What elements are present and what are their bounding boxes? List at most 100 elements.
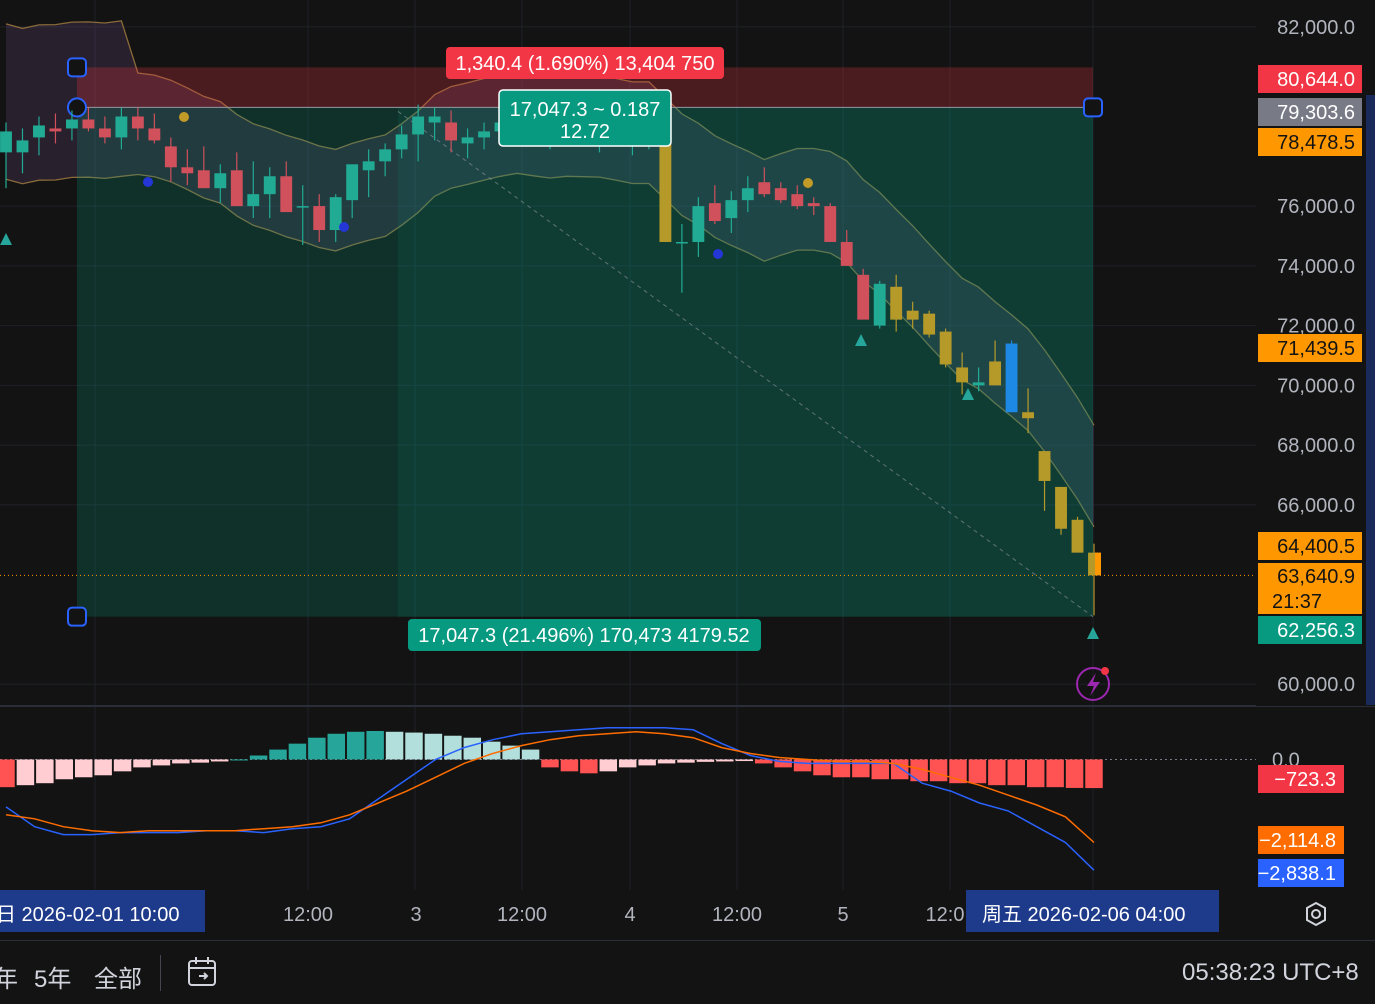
macd-histogram-bar bbox=[1085, 759, 1103, 789]
macd-label-text: −723.3 bbox=[1274, 769, 1336, 791]
macd-histogram-bar bbox=[677, 759, 695, 763]
range-all-button[interactable]: 全部 bbox=[94, 959, 142, 994]
ratio-label-line1: 17,047.3 ~ 0.187 bbox=[510, 99, 661, 121]
candle-body bbox=[906, 310, 919, 320]
range-5y-button[interactable]: 5年 bbox=[34, 959, 71, 994]
macd-histogram-bar bbox=[385, 731, 404, 760]
macd-histogram-bar bbox=[968, 759, 987, 784]
macd-histogram-bar bbox=[1007, 759, 1026, 786]
price-label-text: 78,478.5 bbox=[1277, 132, 1355, 154]
macd-histogram-bar bbox=[55, 759, 74, 780]
candle-body bbox=[230, 170, 243, 207]
candle-body bbox=[972, 382, 985, 386]
macd-histogram-bar bbox=[735, 759, 754, 762]
macd-histogram-bar bbox=[366, 730, 384, 760]
candle-body bbox=[659, 140, 672, 242]
toolbar-divider bbox=[160, 955, 161, 991]
macd-histogram-bar bbox=[74, 759, 93, 778]
macd-histogram-bar bbox=[0, 759, 15, 788]
time-axis[interactable]: 12:00 3 12:00 4 12:00 5 12:0 日 2026-02-01 10:00… bbox=[0, 890, 1375, 940]
macd-histogram-bar bbox=[16, 759, 35, 786]
candle-body bbox=[1055, 486, 1067, 529]
candle-body bbox=[49, 128, 62, 132]
price-tick-label: 70,000.0 bbox=[1277, 375, 1355, 397]
candle-body bbox=[840, 241, 853, 266]
candle-body bbox=[296, 206, 309, 208]
gear-icon[interactable] bbox=[1302, 900, 1330, 928]
price-tick-label: 66,000.0 bbox=[1277, 495, 1355, 517]
range-year-button[interactable]: 年 bbox=[0, 959, 18, 994]
candle-body bbox=[1022, 412, 1034, 419]
macd-histogram-bar bbox=[94, 759, 112, 776]
candle-body bbox=[692, 206, 705, 242]
candle-body bbox=[98, 128, 111, 138]
candle-body bbox=[379, 149, 392, 162]
macd-histogram-bar bbox=[657, 759, 676, 764]
macd-histogram-bar bbox=[249, 755, 268, 760]
macd-histogram-bar bbox=[133, 759, 151, 768]
candle-body bbox=[115, 116, 128, 138]
macd-histogram-bar bbox=[152, 759, 171, 766]
price-axis[interactable]: 82,000.076,000.074,000.072,000.070,000.0… bbox=[1256, 0, 1375, 706]
candle-body bbox=[313, 206, 326, 231]
macd-histogram-bar bbox=[288, 743, 307, 760]
macd-histogram-bar bbox=[346, 731, 365, 760]
price-label-text: 63,640.9 bbox=[1277, 566, 1355, 588]
signal-dot bbox=[143, 177, 153, 187]
signal-dot bbox=[339, 222, 349, 232]
macd-label-text: −2,114.8 bbox=[1259, 830, 1336, 852]
candle-body bbox=[1005, 343, 1018, 413]
candle-body bbox=[1071, 519, 1084, 553]
candle-body bbox=[247, 194, 260, 207]
price-label-text: 64,400.5 bbox=[1277, 536, 1355, 558]
candle-body bbox=[445, 122, 458, 141]
candle-body bbox=[807, 203, 820, 207]
macd-histogram-bar bbox=[444, 735, 462, 760]
macd-label-text: −2,838.1 bbox=[1258, 863, 1336, 885]
drag-handle bbox=[67, 57, 87, 78]
time-tick-label: 5 bbox=[837, 904, 848, 926]
candle-body bbox=[774, 188, 787, 201]
price-tick-label: 74,000.0 bbox=[1277, 256, 1355, 278]
time-range-end-label: 周五 2026-02-06 04:00 bbox=[982, 904, 1185, 926]
price-label-text: 21:37 bbox=[1272, 591, 1322, 613]
candle-body bbox=[412, 116, 425, 135]
macd-histogram-bar bbox=[521, 749, 540, 760]
price-tick-label: 60,000.0 bbox=[1277, 674, 1355, 696]
clock-timezone[interactable]: 05:38:23 UTC+8 bbox=[1182, 959, 1359, 987]
macd-histogram-bar bbox=[541, 759, 559, 768]
candle-body bbox=[197, 170, 210, 189]
price-label-text: 71,439.5 bbox=[1277, 338, 1355, 360]
price-axis-highlight bbox=[1366, 95, 1375, 705]
candle-body bbox=[741, 188, 754, 201]
candle-body bbox=[148, 128, 161, 141]
macd-histogram-bar bbox=[230, 759, 248, 761]
macd-histogram-bar bbox=[463, 737, 482, 760]
bottom-toolbar: 年 5年 全部 05:38:23 UTC+8 bbox=[0, 940, 1375, 1004]
candle-body bbox=[1038, 451, 1051, 481]
goto-date-icon[interactable] bbox=[186, 955, 220, 989]
macd-histogram-bar bbox=[560, 759, 579, 772]
macd-histogram-bar bbox=[191, 759, 210, 763]
macd-histogram-bar bbox=[890, 759, 909, 780]
candle-body bbox=[857, 274, 870, 320]
candle-body bbox=[181, 167, 194, 174]
time-tick-label: 12:00 bbox=[712, 904, 762, 926]
macd-histogram-bar bbox=[929, 759, 948, 782]
macd-histogram-bar bbox=[405, 732, 423, 760]
candle-body bbox=[956, 367, 969, 383]
time-range-start-label: 日 2026-02-01 10:00 bbox=[0, 904, 179, 926]
macd-histogram-bar bbox=[210, 759, 229, 762]
candle-body bbox=[939, 331, 952, 365]
drag-handle bbox=[67, 606, 87, 627]
time-tick-label: 12:00 bbox=[283, 904, 333, 926]
price-label-text: 62,256.3 bbox=[1277, 620, 1355, 642]
candle-body bbox=[214, 173, 227, 189]
candle-body bbox=[131, 116, 144, 129]
chart-canvas[interactable]: 82,000.076,000.074,000.072,000.070,000.0… bbox=[0, 0, 1375, 1003]
candle-body bbox=[923, 313, 936, 335]
macd-histogram-bar bbox=[36, 759, 54, 784]
signal-dot bbox=[713, 249, 723, 259]
macd-histogram-bar bbox=[172, 759, 190, 764]
candle-body bbox=[346, 164, 359, 201]
